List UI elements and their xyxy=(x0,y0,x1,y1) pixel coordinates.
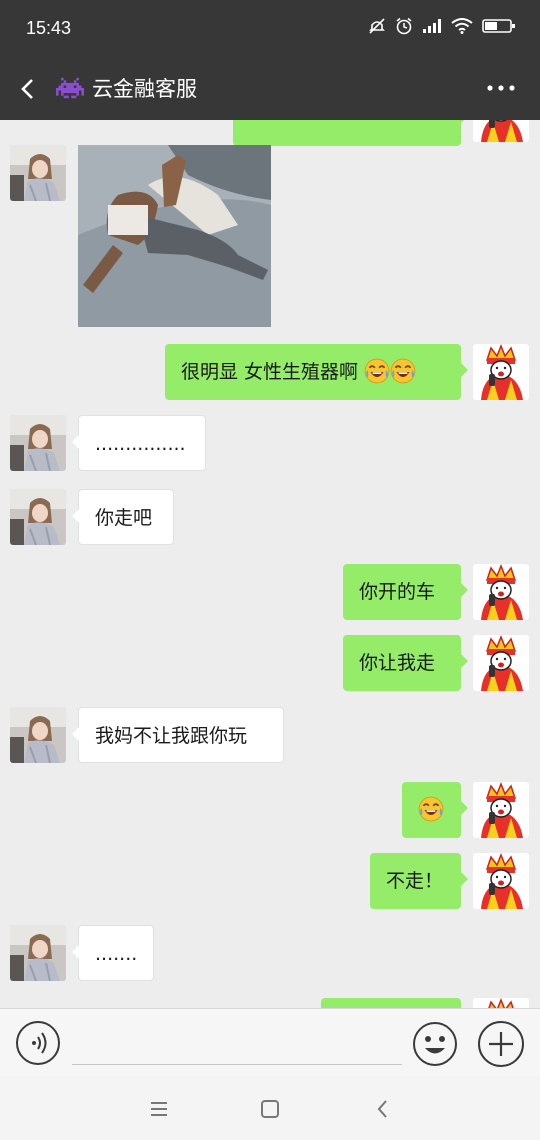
avatar-me[interactable] xyxy=(473,344,529,400)
wifi-icon xyxy=(451,18,473,34)
message-bubble-outgoing[interactable] xyxy=(233,120,468,146)
message-bubble-outgoing[interactable]: 很明显 女性生殖器啊 xyxy=(165,344,468,400)
signal-icon xyxy=(423,19,441,33)
back-arrow-icon[interactable] xyxy=(14,72,44,106)
message-bubble-outgoing[interactable]: 不走！ xyxy=(370,853,468,909)
space-invader-icon xyxy=(56,77,84,99)
plus-button[interactable] xyxy=(478,1021,524,1067)
laughing-crying-emoji xyxy=(364,358,390,384)
avatar-contact[interactable] xyxy=(10,415,66,471)
status-bar: 15:43 xyxy=(0,0,540,58)
message-input[interactable] xyxy=(72,1023,402,1065)
input-bar xyxy=(0,1008,540,1076)
chat-header: 云金融客服 xyxy=(0,58,540,120)
avatar-me[interactable] xyxy=(473,635,529,691)
emoji-smile-icon[interactable] xyxy=(412,1021,458,1067)
message-text: 你走吧 xyxy=(95,507,153,529)
laughing-crying-emoji xyxy=(390,358,416,384)
voice-input-icon xyxy=(32,1032,47,1054)
home-square-icon[interactable] xyxy=(257,1096,283,1122)
avatar-me[interactable] xyxy=(473,782,529,838)
laughing-crying-emoji xyxy=(418,796,444,822)
avatar-me[interactable] xyxy=(473,853,529,909)
message-bubble-incoming[interactable]: ....... xyxy=(72,925,154,981)
message-bubble-incoming[interactable]: 我妈不让我跟你玩 xyxy=(72,707,284,763)
chat-title: 云金融客服 xyxy=(92,77,197,101)
message-text: 我妈不让我跟你玩 xyxy=(95,725,248,747)
more-dots-icon[interactable] xyxy=(486,78,516,98)
message-text: 你开的车 xyxy=(359,581,436,603)
avatar-contact[interactable] xyxy=(10,489,66,545)
message-bubble-incoming[interactable]: ............... xyxy=(72,415,206,471)
message-bubble-incoming[interactable]: 你走吧 xyxy=(72,489,174,545)
status-time: 15:43 xyxy=(26,18,72,38)
menu-icon[interactable] xyxy=(146,1096,172,1122)
message-bubble-outgoing[interactable] xyxy=(321,998,461,1008)
message-text: ....... xyxy=(95,943,138,965)
message-text: 不走！ xyxy=(386,870,444,892)
battery-icon xyxy=(482,19,515,33)
message-text: 很明显 女性生殖器啊 xyxy=(181,361,359,383)
avatar-me[interactable] xyxy=(473,998,529,1008)
back-chevron-icon[interactable] xyxy=(370,1096,396,1122)
message-text: 你让我走 xyxy=(359,652,436,674)
avatar-me[interactable] xyxy=(473,564,529,620)
alarm-icon xyxy=(396,17,412,35)
chat-area[interactable]: 很明显 女性生殖器啊 ............... 你走吧 你开的车 你让我走… xyxy=(0,120,540,1008)
message-bubble-outgoing[interactable] xyxy=(402,782,468,838)
voice-input-button[interactable] xyxy=(16,1021,60,1065)
message-bubble-outgoing[interactable]: 你让我走 xyxy=(343,635,468,691)
avatar-me[interactable] xyxy=(473,120,529,142)
avatar-contact[interactable] xyxy=(10,145,66,201)
system-navigation-bar xyxy=(0,1076,540,1140)
avatar-contact[interactable] xyxy=(10,707,66,763)
message-image[interactable] xyxy=(78,145,271,327)
mute-icon xyxy=(369,18,385,34)
plus-icon xyxy=(489,1032,513,1056)
avatar-contact[interactable] xyxy=(10,925,66,981)
message-bubble-outgoing[interactable]: 你开的车 xyxy=(343,564,468,620)
status-icons xyxy=(368,17,516,35)
message-text: ............... xyxy=(95,433,186,455)
